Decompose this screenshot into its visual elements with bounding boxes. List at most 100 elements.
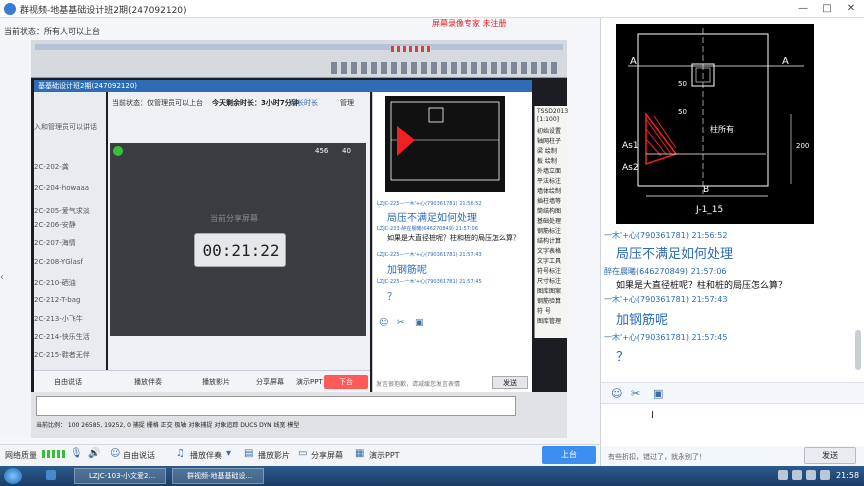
member-list-item: 2C-214-快乐生活 [34, 333, 90, 341]
cad-menu-item[interactable]: 图库图案 [537, 286, 561, 295]
left-edge-strip: ‹ [0, 40, 31, 438]
inner-msg-head: LZJC-225—一木'+心(790361781) 21:56:52 [377, 201, 482, 207]
chat-scrollbar[interactable] [855, 330, 861, 370]
inner-extend-link[interactable]: 延长时长 [290, 98, 318, 108]
image-icon[interactable]: ▣ [653, 387, 663, 400]
expand-left-icon[interactable]: ‹ [0, 272, 4, 283]
cad-menu-item[interactable]: 轴网柱子 [537, 136, 561, 145]
cad-menu-item[interactable]: 文字表格 [537, 246, 561, 255]
cad-menu-item[interactable]: 初始设置 [537, 126, 561, 135]
inner-msg-head: LZJC-225—一木'+心(790361781) 21:57:45 [377, 279, 482, 285]
inner-stop-button[interactable]: 下台 [324, 375, 368, 389]
inner-image-icon[interactable]: ▣ [415, 318, 424, 328]
member-list-item: 2C-206-安静 [34, 221, 76, 229]
network-tray-icon[interactable] [806, 470, 816, 480]
inner-share[interactable]: 分享屏幕 [256, 377, 284, 387]
ppt-icon: ▦ [355, 448, 365, 459]
cad-menu-item[interactable]: 插柱墙等 [537, 196, 561, 205]
network-quality-label: 网络质量 [5, 451, 37, 460]
inner-scissors-icon[interactable]: ✂ [397, 318, 405, 328]
member-list-item: 2C-202-龚 [34, 163, 69, 171]
cad-menu-item[interactable]: 符号标注 [537, 266, 561, 275]
movie-icon: ▤ [244, 448, 254, 459]
cad-menu-item[interactable]: 基础处理 [537, 216, 561, 225]
microphone-icon[interactable]: 🎙 [70, 448, 83, 459]
share-screen-icon: ▭ [298, 448, 308, 459]
share-screen-button[interactable]: 分享屏幕 [311, 450, 343, 461]
cad-menu-item[interactable]: 结构计算 [537, 236, 561, 245]
chevron-down-icon[interactable]: ▾ [226, 448, 231, 459]
start-button[interactable] [4, 468, 22, 484]
cad-menu-item[interactable]: 梁 绘制 [537, 146, 557, 155]
inner-manage-button[interactable]: 管理 [340, 98, 354, 108]
cad-menu-item[interactable]: 外墙立面 [537, 166, 561, 175]
cad-menu-item[interactable]: [1:100] [537, 116, 559, 123]
cad-command-line[interactable] [36, 396, 516, 416]
inner-status: 当前状态：仅管理员可以上台 [112, 99, 203, 107]
cad-status-bar: 当前比例： 100 26585, 19252, 0 捕捉 栅格 正交 极轴 对象… [36, 422, 300, 429]
cad-menu-item[interactable]: 板 绘制 [537, 156, 557, 165]
tray-icon[interactable] [778, 470, 788, 480]
timer-value: 00:21:22 [202, 241, 280, 260]
free-talk-icon: ☺ [110, 448, 121, 459]
window-titlebar: 群视频-地基基础设计班2期(247092120) — □ ✕ [0, 0, 864, 18]
inner-movie[interactable]: 播放影片 [202, 377, 230, 387]
drawing-label: 50 [678, 80, 687, 88]
ie-icon[interactable] [46, 470, 56, 480]
chat-message-text: 加钢筋呢 [616, 313, 669, 328]
mic-count: 40 [342, 147, 351, 155]
close-icon[interactable]: ✕ [842, 2, 860, 15]
taskbar-item[interactable]: 群视频-地基基础设... [172, 468, 264, 484]
drawing-label: B [703, 185, 709, 195]
cad-menu-item[interactable]: 图库管理 [537, 316, 561, 325]
free-talk-button[interactable]: 自由说话 [123, 450, 155, 461]
smile-icon[interactable]: ☺ [611, 387, 622, 400]
drawing-label: A [782, 56, 789, 67]
inner-send-button[interactable]: 发送 [492, 376, 528, 389]
inner-ppt[interactable]: 演示PPT [296, 377, 323, 387]
taskbar-clock: 21:58 [836, 471, 860, 480]
inner-msg-head: LZJC-225—一木'+心(790361781) 21:57:43 [377, 252, 482, 258]
chat-drawing-image[interactable]: A A As1 As2 B J-1_15 柱所有 50 50 200 [616, 24, 814, 224]
scissors-icon[interactable]: ✂ [631, 387, 640, 400]
taskbar-item[interactable]: LZJC-103-小文爱2... [74, 468, 166, 484]
member-list-item: 2C-212-T-bag [34, 296, 81, 304]
inner-member-list: 入和管理员可以讲话 2C-202-龚 2C-204-howaaa 2C-205-… [34, 92, 106, 370]
present-ppt-button[interactable]: 演示PPT [369, 450, 400, 461]
member-list-item: 2C-210-硒油 [34, 279, 76, 287]
inner-free-talk[interactable]: 自由说话 [54, 377, 82, 387]
speaker-icon[interactable]: 🔊 [88, 448, 100, 459]
member-list-item: 2C-213-小飞牛 [34, 315, 83, 323]
cad-menu-item[interactable]: 钢筋验算 [537, 296, 561, 305]
go-onstage-button[interactable]: 上台 [542, 446, 596, 464]
qq-app-icon [4, 3, 16, 15]
cad-menu-item[interactable]: 文字工具 [537, 256, 561, 265]
cad-menu-item[interactable]: 筒结构图 [537, 206, 561, 215]
status-dot-icon [113, 146, 123, 156]
member-list-item: 2C-215-鞋者无伴 [34, 351, 90, 359]
inner-music[interactable]: 播放伴奏 [134, 377, 162, 387]
chat-message-text: 局压不满足如何处理 [616, 247, 734, 262]
text-cursor-icon: I [651, 410, 654, 421]
cad-menu-item[interactable]: 平法标注 [537, 176, 561, 185]
chat-message-header: 醉在晨曦(646270849) 21:57:06 [604, 267, 727, 276]
cad-menu-item[interactable]: 尺寸标注 [537, 276, 561, 285]
inner-msg-text: 如果是大直径桩呢？柱和桩的局压怎么算？ [387, 234, 520, 242]
drawing-label: As2 [622, 163, 639, 173]
maximize-icon[interactable]: □ [818, 2, 836, 15]
chat-input[interactable]: I [601, 404, 864, 446]
cad-menu-item[interactable]: 钢筋标注 [537, 226, 561, 235]
viewer-count: 456 [315, 147, 329, 155]
cad-menu-item[interactable]: TSSD2013 [537, 108, 568, 115]
minimize-icon[interactable]: — [794, 2, 812, 15]
volume-tray-icon[interactable] [820, 470, 830, 480]
cad-menu-item[interactable]: 符 号 [537, 306, 551, 315]
send-button[interactable]: 发送 [804, 447, 856, 464]
play-music-button[interactable]: 播放伴奏 [190, 450, 222, 461]
cad-menu-item[interactable]: 墙体绘制 [537, 186, 561, 195]
tray-icon[interactable] [792, 470, 802, 480]
chat-message-header: 一木'+心(790361781) 21:57:43 [604, 295, 728, 304]
inner-smile-icon[interactable]: ☺ [379, 318, 388, 328]
music-icon: ♫ [176, 448, 185, 459]
play-movie-button[interactable]: 播放影片 [258, 450, 290, 461]
